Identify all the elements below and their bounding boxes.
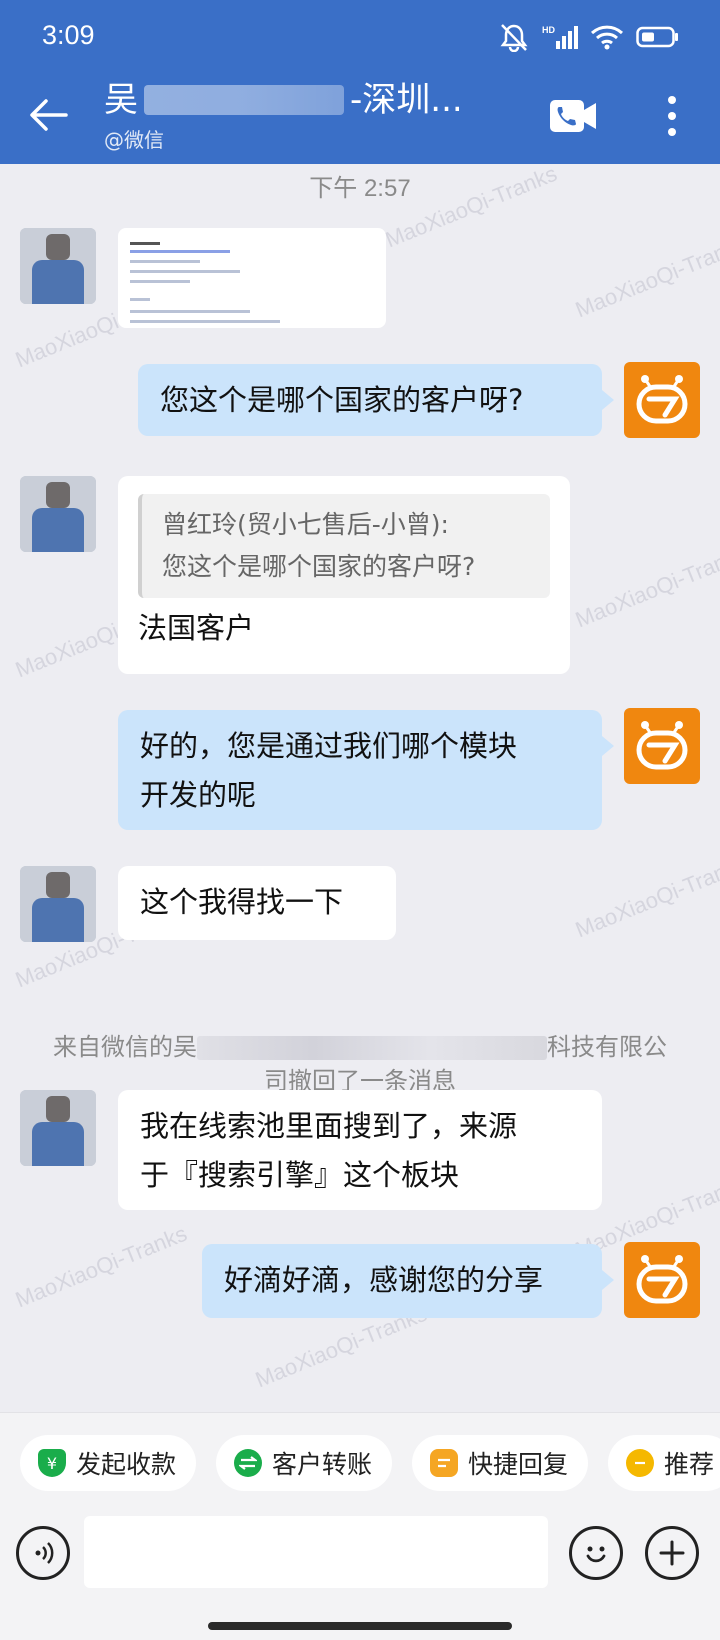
incoming-reply-message[interactable]: 曾红玲(贸小七售后-小曾): 您这个是哪个国家的客户呀? 法国客户 — [118, 476, 570, 674]
watermark: MaoXiaoQi-Tranks — [571, 540, 720, 633]
quoted-message[interactable]: 曾红玲(贸小七售后-小曾): 您这个是哪个国家的客户呀? — [138, 494, 550, 598]
message-text: 这个我得找一下 — [140, 885, 344, 919]
video-phone-icon — [550, 100, 596, 132]
recall-notice: 来自微信的吴 科技有限公 司撤回了一条消息 — [30, 1030, 690, 1098]
recall-prefix: 来自微信的吴 — [53, 1033, 197, 1061]
message-line: 好的，您是通过我们哪个模块 — [140, 729, 518, 763]
dot-icon — [668, 96, 676, 104]
quote-author: 曾红玲(贸小七售后-小曾): — [162, 510, 449, 539]
outgoing-message[interactable]: 您这个是哪个国家的客户呀? — [138, 364, 614, 436]
home-indicator[interactable] — [208, 1622, 512, 1630]
contact-avatar[interactable] — [20, 866, 96, 942]
outgoing-message[interactable]: 好滴好滴，感谢您的分享 — [202, 1244, 614, 1318]
wifi-icon — [590, 25, 624, 50]
header-bar: 3:09 HD 吴 -深圳... @微信 — [0, 0, 720, 164]
bot-avatar[interactable] — [624, 362, 700, 438]
contact-avatar[interactable] — [20, 228, 96, 304]
redacted-name — [144, 85, 344, 115]
chip-label: 快捷回复 — [468, 1450, 569, 1479]
incoming-message[interactable]: 这个我得找一下 — [118, 866, 396, 940]
recommend-chip[interactable]: 推荐 — [608, 1435, 720, 1491]
chip-label: 推荐 — [664, 1450, 715, 1479]
outgoing-message[interactable]: 好的，您是通过我们哪个模块 开发的呢 — [118, 710, 614, 830]
message-input[interactable] — [84, 1516, 548, 1588]
chat-title: 吴 -深圳... — [104, 78, 484, 122]
watermark: MaoXiaoQi-Tranks — [571, 850, 720, 943]
chat-subtitle: @微信 — [104, 128, 164, 152]
transfer-icon — [234, 1449, 262, 1477]
contact-avatar[interactable] — [20, 476, 96, 552]
recall-suffix: 科技有限公 — [547, 1033, 667, 1061]
chat-area[interactable]: MaoXiaoQi-Tranks MaoXiaoQi-Tranks MaoXia… — [0, 161, 720, 1412]
svg-text:HD: HD — [542, 25, 555, 35]
chat-title-block[interactable]: 吴 -深圳... @微信 — [104, 78, 484, 153]
shield-yen-icon: ¥ — [38, 1449, 66, 1477]
voice-icon — [35, 1542, 54, 1564]
quick-reply-icon — [430, 1449, 458, 1477]
quote-text: 您这个是哪个国家的客户呀? — [162, 552, 476, 581]
status-time: 3:09 — [42, 20, 95, 50]
title-suffix: -深圳... — [350, 80, 463, 120]
bot-avatar[interactable] — [624, 1242, 700, 1318]
dot-icon — [668, 112, 676, 120]
recommend-icon — [626, 1449, 654, 1477]
watermark: MaoXiaoQi-Tranks — [11, 1220, 191, 1313]
status-icons: HD — [498, 22, 680, 52]
image-message[interactable] — [118, 228, 386, 328]
back-button[interactable] — [22, 92, 74, 138]
request-payment-chip[interactable]: ¥ 发起收款 — [20, 1435, 197, 1491]
contact-avatar[interactable] — [20, 1090, 96, 1166]
robot-icon — [636, 721, 688, 770]
battery-icon — [636, 26, 678, 48]
chip-label: 发起收款 — [76, 1450, 177, 1479]
dot-icon — [668, 128, 676, 136]
more-options-button[interactable] — [656, 92, 688, 140]
input-bar — [0, 1512, 720, 1640]
bot-avatar[interactable] — [624, 708, 700, 784]
redacted-name — [197, 1036, 547, 1060]
signal-icon: HD — [542, 25, 578, 49]
quick-actions-bar[interactable]: ¥ 发起收款 客户转账 快捷回复 推荐 — [0, 1412, 720, 1512]
title-prefix: 吴 — [104, 80, 138, 120]
incoming-message[interactable]: 我在线索池里面搜到了，来源 于『搜索引擎』这个板块 — [118, 1090, 602, 1210]
message-line: 我在线索池里面搜到了，来源 — [140, 1109, 518, 1143]
message-line: 于『搜索引擎』这个板块 — [140, 1158, 460, 1192]
message-text: 好滴好滴，感谢您的分享 — [224, 1263, 544, 1297]
message-text: 法国客户 — [138, 611, 255, 645]
customer-transfer-chip[interactable]: 客户转账 — [216, 1435, 393, 1491]
video-call-button[interactable] — [548, 96, 598, 136]
message-text: 您这个是哪个国家的客户呀? — [160, 383, 524, 417]
plus-icon — [659, 1540, 685, 1566]
time-label: 下午 2:57 — [309, 175, 411, 202]
voice-input-button[interactable] — [16, 1526, 70, 1580]
mute-bell-icon — [500, 24, 528, 52]
arrow-left-icon — [30, 99, 68, 131]
quick-reply-chip[interactable]: 快捷回复 — [412, 1435, 589, 1491]
chip-label: 客户转账 — [272, 1450, 373, 1479]
watermark: MaoXiaoQi-Tranks — [571, 230, 720, 323]
message-line: 开发的呢 — [140, 778, 257, 812]
robot-icon — [636, 375, 688, 424]
robot-icon — [636, 1255, 688, 1304]
more-actions-button[interactable] — [645, 1526, 699, 1580]
smiley-icon — [586, 1546, 606, 1563]
emoji-button[interactable] — [569, 1526, 623, 1580]
